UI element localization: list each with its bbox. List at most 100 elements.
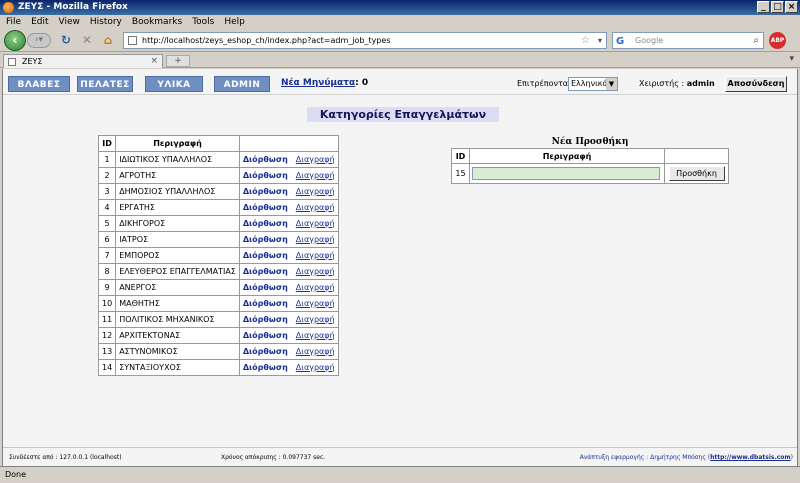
table-row: 11 ΠΟΛΙΤΙΚΟΣ ΜΗΧΑΝΙΚΟΣ Διόρθωση Διαγραφή bbox=[97, 311, 339, 328]
row-description: ΑΝΕΡΓΟΣ bbox=[115, 279, 240, 296]
menu-edit[interactable]: Edit bbox=[31, 15, 48, 29]
table-row: 3 ΔΗΜΟΣΙΟΣ ΥΠΑΛΛΗΛΟΣ Διόρθωση Διαγραφή bbox=[97, 183, 339, 200]
edit-link[interactable]: Διόρθωση bbox=[243, 331, 288, 340]
edit-link[interactable]: Διόρθωση bbox=[243, 203, 288, 212]
row-id: 11 bbox=[97, 311, 117, 328]
back-button[interactable]: ‹ bbox=[4, 30, 26, 51]
nav-button-vlaves[interactable]: ΒΛΑΒΕΣ bbox=[8, 76, 70, 92]
delete-link[interactable]: Διαγραφή bbox=[296, 315, 335, 324]
new-entry-table: ID Περιγραφή 15 Προσθήκη bbox=[451, 148, 729, 184]
new-entry-row: 15 Προσθήκη bbox=[451, 163, 729, 184]
row-actions: Διόρθωση Διαγραφή bbox=[238, 359, 339, 376]
delete-link[interactable]: Διαγραφή bbox=[296, 187, 335, 196]
row-id: 13 bbox=[97, 343, 117, 360]
developer-link[interactable]: http://www.dbatsis.com bbox=[710, 454, 791, 461]
table-row: 12 ΑΡΧΙΤΕΚΤΟΝΑΣ Διόρθωση Διαγραφή bbox=[97, 327, 339, 344]
new-messages-link[interactable]: Νέα Μηνύματα bbox=[281, 78, 355, 88]
categories-table: ID Περιγραφή 1 ΙΔΙΩΤΙΚΟΣ ΥΠΑΛΛΗΛΟΣ Διόρθωσ… bbox=[97, 135, 339, 376]
row-description: ΑΣΤΥΝΟΜΙΚΟΣ bbox=[115, 343, 240, 360]
table-row: 1 ΙΔΙΩΤΙΚΟΣ ΥΠΑΛΛΗΛΟΣ Διόρθωση Διαγραφή bbox=[97, 151, 339, 168]
edit-link[interactable]: Διόρθωση bbox=[243, 363, 288, 372]
operator-label: Χειριστής : bbox=[639, 79, 685, 88]
close-button[interactable]: × bbox=[785, 1, 798, 13]
edit-link[interactable]: Διόρθωση bbox=[243, 235, 288, 244]
row-id: 1 bbox=[97, 151, 117, 168]
row-description: ΑΡΧΙΤΕΚΤΟΝΑΣ bbox=[115, 327, 240, 344]
logout-button[interactable]: Αποσύνδεση bbox=[725, 76, 787, 92]
row-id: 6 bbox=[97, 231, 117, 248]
arrow-right-icon: ›▾ bbox=[34, 35, 44, 45]
edit-link[interactable]: Διόρθωση bbox=[243, 251, 288, 260]
menu-view[interactable]: View bbox=[59, 15, 80, 29]
row-actions: Διόρθωση Διαγραφή bbox=[238, 151, 339, 168]
edit-link[interactable]: Διόρθωση bbox=[243, 171, 288, 180]
delete-link[interactable]: Διαγραφή bbox=[296, 235, 335, 244]
edit-link[interactable]: Διόρθωση bbox=[243, 347, 288, 356]
row-id: 8 bbox=[97, 263, 117, 280]
delete-link[interactable]: Διαγραφή bbox=[296, 251, 335, 260]
firefox-icon bbox=[3, 2, 14, 13]
edit-link[interactable]: Διόρθωση bbox=[243, 315, 288, 324]
menu-bookmarks[interactable]: Bookmarks bbox=[132, 15, 182, 29]
tab-close-icon[interactable]: × bbox=[150, 55, 158, 68]
minimize-button[interactable]: _ bbox=[757, 1, 770, 13]
tab-zeys[interactable]: ΖΕΥΣ × bbox=[3, 54, 163, 68]
row-id: 5 bbox=[97, 215, 117, 232]
delete-link[interactable]: Διαγραφή bbox=[296, 299, 335, 308]
delete-link[interactable]: Διαγραφή bbox=[296, 331, 335, 340]
delete-link[interactable]: Διαγραφή bbox=[296, 219, 335, 228]
forward-button[interactable]: ›▾ bbox=[27, 33, 51, 48]
page-footer: Συνδέεστε από : 127.0.0.1 (localhost) Χρ… bbox=[3, 447, 797, 466]
maximize-button[interactable]: □ bbox=[771, 1, 784, 13]
url-bar[interactable]: http://localhost/zeys_eshop_ch/index.php… bbox=[123, 32, 607, 49]
developer-label: Ανάπτυξη εφαρμογής : Δημήτρης Μπόσης ( bbox=[579, 454, 711, 461]
delete-link[interactable]: Διαγραφή bbox=[296, 363, 335, 372]
search-box[interactable]: G Google ⌕ bbox=[612, 32, 764, 49]
reload-icon[interactable]: ↻ bbox=[59, 33, 73, 47]
row-id: 4 bbox=[97, 199, 117, 216]
menu-help[interactable]: Help bbox=[224, 15, 245, 29]
adblock-icon[interactable]: ABP bbox=[769, 32, 786, 49]
edit-link[interactable]: Διόρθωση bbox=[243, 187, 288, 196]
stop-icon[interactable]: ✕ bbox=[80, 33, 94, 47]
menu-file[interactable]: File bbox=[6, 15, 21, 29]
tab-list-icon[interactable]: ▾ bbox=[789, 54, 794, 64]
menu-history[interactable]: History bbox=[90, 15, 122, 29]
edit-link[interactable]: Διόρθωση bbox=[243, 299, 288, 308]
row-id: 12 bbox=[97, 327, 117, 344]
edit-link[interactable]: Διόρθωση bbox=[243, 219, 288, 228]
row-id: 2 bbox=[97, 167, 117, 184]
row-description: ΙΑΤΡΟΣ bbox=[115, 231, 240, 248]
delete-link[interactable]: Διαγραφή bbox=[296, 347, 335, 356]
menu-tools[interactable]: Tools bbox=[192, 15, 214, 29]
tab-bar: ΖΕΥΣ × + ▾ bbox=[0, 53, 800, 68]
row-description: ΕΛΕΥΘΕΡΟΣ ΕΠΑΓΓΕΛΜΑΤΙΑΣ bbox=[115, 263, 240, 280]
google-icon[interactable]: G bbox=[616, 34, 624, 49]
new-description-input[interactable] bbox=[472, 167, 660, 180]
language-select[interactable]: Ελληνικά ▼ bbox=[568, 77, 618, 91]
search-icon[interactable]: ⌕ bbox=[753, 33, 759, 48]
new-tab-button[interactable]: + bbox=[166, 55, 190, 67]
operator-name: admin bbox=[686, 79, 715, 88]
delete-link[interactable]: Διαγραφή bbox=[296, 203, 335, 212]
app-top-nav: ΒΛΑΒΕΣ ΠΕΛΑΤΕΣ ΥΛΙΚΑ ADMIN Νέα Μηνύματα:… bbox=[3, 69, 797, 95]
response-time: Χρόνος απόκρισης : 0.097737 sec. bbox=[221, 454, 326, 461]
edit-link[interactable]: Διόρθωση bbox=[243, 283, 288, 292]
arrow-left-icon: ‹ bbox=[12, 33, 18, 47]
edit-link[interactable]: Διόρθωση bbox=[243, 267, 288, 276]
delete-link[interactable]: Διαγραφή bbox=[296, 283, 335, 292]
bookmark-star-icon[interactable]: ☆ bbox=[581, 33, 590, 48]
delete-link[interactable]: Διαγραφή bbox=[296, 267, 335, 276]
nav-button-ylika[interactable]: ΥΛΙΚΑ bbox=[145, 76, 203, 92]
delete-link[interactable]: Διαγραφή bbox=[296, 155, 335, 164]
nav-button-pelates[interactable]: ΠΕΛΑΤΕΣ bbox=[77, 76, 133, 92]
delete-link[interactable]: Διαγραφή bbox=[296, 171, 335, 180]
home-icon[interactable]: ⌂ bbox=[101, 33, 115, 47]
add-button[interactable]: Προσθήκη bbox=[668, 166, 725, 181]
operator-info: Χειριστής : admin bbox=[639, 79, 715, 88]
table-header-row: ID Περιγραφή bbox=[451, 148, 729, 164]
edit-link[interactable]: Διόρθωση bbox=[243, 155, 288, 164]
nav-button-admin[interactable]: ADMIN bbox=[214, 76, 270, 92]
url-dropdown-icon[interactable]: ▾ bbox=[598, 33, 602, 48]
table-row: 9 ΑΝΕΡΓΟΣ Διόρθωση Διαγραφή bbox=[97, 279, 339, 296]
